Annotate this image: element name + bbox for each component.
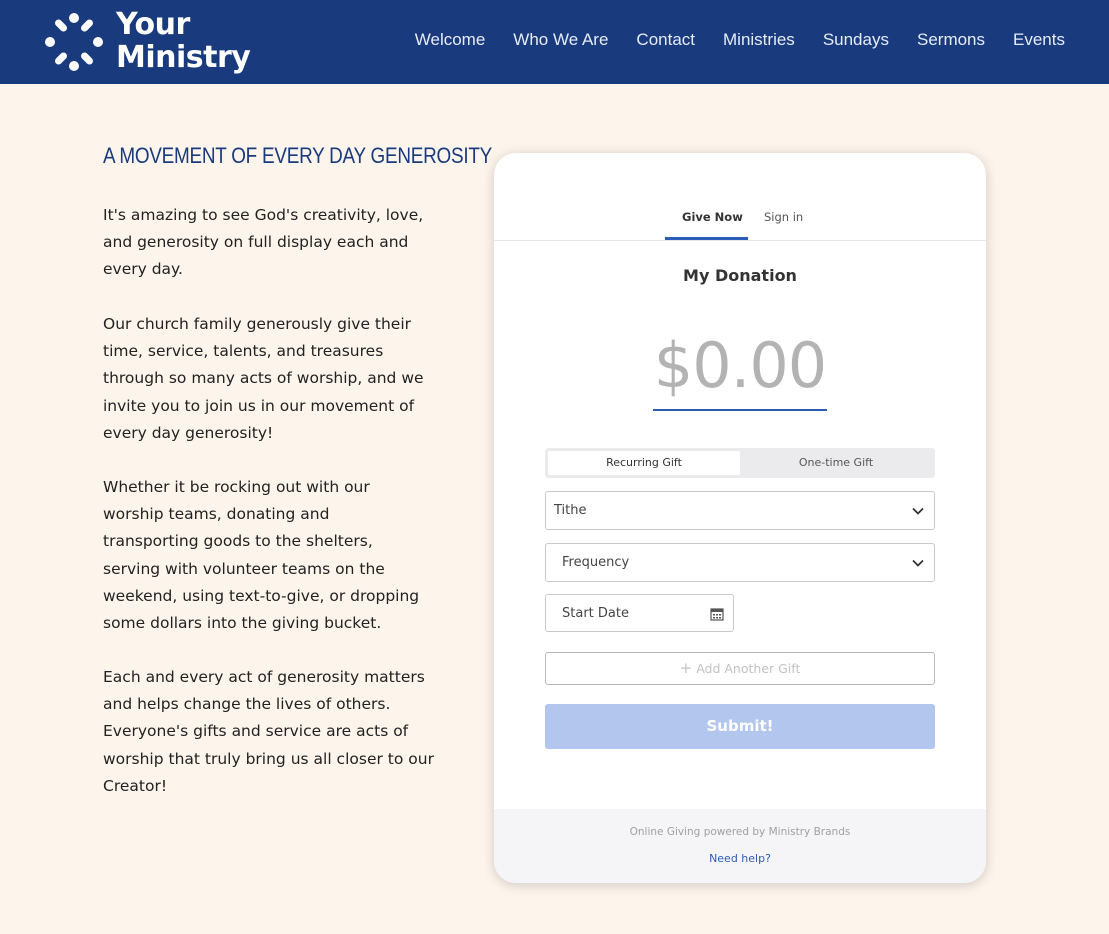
ministry-logo-icon — [45, 13, 103, 71]
powered-by-text: Online Giving powered by Ministry Brands — [629, 826, 851, 838]
text-line: serving with volunteer teams on the — [103, 559, 385, 578]
text-line: some dollars into the giving bucket. — [103, 614, 382, 633]
text-line: every day generosity! — [103, 423, 274, 442]
chevron-down-icon — [912, 507, 924, 515]
text-line: and helps change the lives of others. — [103, 695, 391, 714]
text-line: It's amazing to see God's creativity, lo… — [103, 206, 424, 224]
fund-select-value: Tithe — [554, 503, 587, 518]
nav-contact[interactable]: Contact — [636, 30, 695, 50]
text-line: Whether it be rocking out with our — [103, 478, 370, 496]
add-gift-label: Add Another Gift — [696, 661, 801, 676]
donation-footer: Online Giving powered by Ministry Brands… — [494, 809, 986, 883]
text-line: weekend, using text-to-give, or dropping — [103, 586, 420, 605]
text-line: invite you to join us in our movement of — [103, 396, 415, 415]
donation-tabs: Give Now Sign in — [494, 153, 986, 241]
nav-events[interactable]: Events — [1013, 30, 1065, 50]
intro-paragraph-3: Whether it be rocking out with our worsh… — [103, 474, 419, 637]
text-line: through so many acts of worship, and we — [103, 369, 424, 388]
text-line: every day. — [103, 260, 183, 279]
text-line: worship that truly bring us all closer t… — [103, 749, 434, 768]
intro-paragraph-2: Our church family generously give their … — [103, 311, 424, 447]
recurring-gift-button[interactable]: Recurring Gift — [548, 451, 740, 475]
submit-button[interactable]: Submit! — [545, 704, 935, 749]
brand-logo[interactable]: Your Ministry — [42, 6, 252, 78]
brand-line-2: Ministry — [116, 40, 251, 75]
nav-sermons[interactable]: Sermons — [917, 30, 985, 50]
page-heading: A MOVEMENT OF EVERY DAY GENEROSITY — [103, 143, 493, 168]
intro-paragraph-1: It's amazing to see God's creativity, lo… — [103, 202, 423, 284]
frequency-select[interactable]: Frequency — [545, 543, 935, 582]
brand-name: Your Ministry — [116, 7, 251, 75]
amount-underline — [653, 409, 827, 411]
nav-welcome[interactable]: Welcome — [415, 30, 486, 50]
text-line: Each and every act of generosity matters — [103, 668, 425, 686]
tab-sign-in[interactable]: Sign in — [764, 210, 803, 224]
text-line: Our church family generously give their — [103, 315, 412, 333]
fund-select[interactable]: Tithe — [545, 491, 935, 530]
nav-ministries[interactable]: Ministries — [723, 30, 795, 50]
brand-line-1: Your — [116, 7, 190, 42]
donation-title: My Donation — [683, 266, 797, 285]
text-line: worship teams, donating and — [103, 505, 330, 524]
one-time-gift-button[interactable]: One-time Gift — [740, 451, 932, 475]
start-date-field[interactable]: Start Date — [545, 594, 734, 632]
site-header: Your Ministry Welcome Who We Are Contact… — [0, 0, 1109, 84]
nav-who-we-are[interactable]: Who We Are — [513, 30, 608, 50]
donation-card: Give Now Sign in My Donation $0.00 Recur… — [494, 153, 986, 883]
active-tab-indicator — [665, 237, 748, 240]
text-line: and generosity on full display each and — [103, 233, 409, 252]
add-another-gift-button[interactable]: + Add Another Gift — [545, 652, 935, 685]
main-nav: Welcome Who We Are Contact Ministries Su… — [415, 30, 1065, 50]
start-date-placeholder: Start Date — [562, 606, 629, 621]
calendar-icon[interactable] — [710, 607, 724, 621]
text-line: Creator! — [103, 776, 168, 795]
nav-sundays[interactable]: Sundays — [823, 30, 889, 50]
text-line: transporting goods to the shelters, — [103, 532, 373, 551]
chevron-down-icon — [912, 559, 924, 567]
text-line: time, service, talents, and treasures — [103, 342, 384, 361]
text-line: Everyone's gifts and service are acts of — [103, 722, 409, 741]
gift-type-toggle: Recurring Gift One-time Gift — [545, 448, 935, 478]
generosity-intro: A MOVEMENT OF EVERY DAY GENEROSITY It's … — [103, 143, 493, 795]
need-help-link[interactable]: Need help? — [494, 852, 986, 865]
plus-icon: + — [679, 659, 693, 677]
amount-input[interactable]: $0.00 — [494, 329, 986, 402]
intro-paragraph-4: Each and every act of generosity matters… — [103, 664, 434, 800]
frequency-select-value: Frequency — [562, 555, 630, 570]
tab-give-now[interactable]: Give Now — [682, 210, 743, 224]
